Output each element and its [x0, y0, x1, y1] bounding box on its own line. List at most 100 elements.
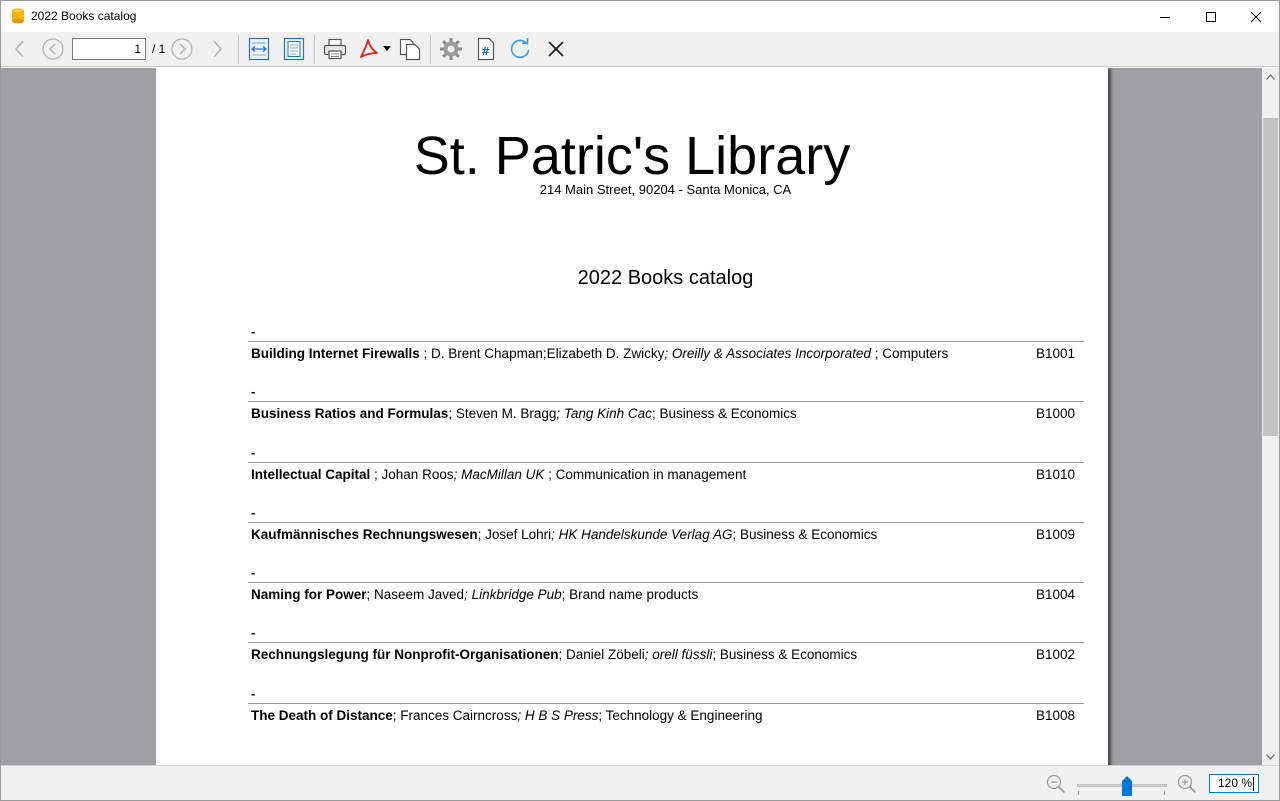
circle-arrow-left-icon — [42, 38, 64, 60]
book-title: Intellectual Capital — [251, 466, 371, 482]
settings-button[interactable] — [438, 36, 464, 62]
fit-page-button[interactable] — [281, 36, 307, 62]
book-title: The Death of Distance — [251, 707, 393, 723]
book-publisher: ; Oreilly & Associates Incorporated — [664, 346, 875, 361]
book-publisher: ; H B S Press — [517, 707, 599, 723]
pdf-export-icon — [360, 39, 391, 58]
refresh-button[interactable] — [507, 36, 533, 62]
zoom-level-value: 120 % — [1217, 776, 1252, 790]
entry-divider — [248, 461, 1084, 463]
vertical-scrollbar[interactable] — [1262, 68, 1279, 765]
book-publisher: ; MacMillan UK — [453, 466, 549, 482]
book-category: ; Computers — [874, 346, 949, 361]
entry-dash: - — [251, 444, 256, 460]
zoom-out-icon — [1046, 774, 1066, 794]
book-title: Naming for Power — [251, 587, 367, 603]
book-title: Business Ratios and Formulas — [251, 406, 449, 422]
window-title: 2022 Books catalog — [31, 9, 137, 23]
fit-width-icon — [248, 37, 270, 61]
last-page-button[interactable] — [204, 36, 230, 62]
library-address: 214 Main Street, 90204 - Santa Monica, C… — [539, 182, 792, 197]
book-entry: - Naming for Power; Naseem Javed; Linkbr… — [248, 565, 1084, 625]
print-button[interactable] — [322, 36, 348, 62]
scroll-up-button[interactable] — [1262, 68, 1279, 85]
book-entry: - Intellectual Capital ; Johan Roos; Mac… — [248, 445, 1084, 505]
page-number-button[interactable]: # — [473, 36, 499, 62]
fit-width-button[interactable] — [246, 36, 272, 62]
first-page-button[interactable] — [7, 36, 33, 62]
book-author: ; Frances Cairncross — [392, 707, 518, 723]
book-author: ; D. Brent Chapman;Elizabeth D. Zwicky — [419, 346, 665, 361]
page-number-icon: # — [477, 37, 495, 61]
book-code: B1009 — [1036, 526, 1076, 542]
document-viewer[interactable]: St. Patric's Library 214 Main Street, 90… — [1, 68, 1262, 765]
book-code: B1008 — [1036, 707, 1076, 723]
book-publisher: ; Tang Kinh Cac — [556, 406, 652, 422]
toolbar: / 1 — [1, 32, 1279, 67]
previous-page-button[interactable] — [40, 36, 66, 62]
zoom-slider-thumb[interactable] — [1122, 776, 1132, 796]
book-category: ; Business & Economics — [651, 406, 797, 422]
chevron-left-icon — [15, 40, 24, 58]
book-category: ; Brand name products — [561, 587, 699, 603]
copy-button[interactable] — [397, 36, 423, 62]
chevron-right-icon — [213, 40, 222, 58]
scroll-thumb[interactable] — [1263, 118, 1278, 436]
title-bar: 2022 Books catalog — [1, 1, 1279, 32]
page-number-input[interactable] — [72, 38, 146, 60]
book-author: ; Naseem Javed — [366, 587, 465, 603]
status-bar: 120 % — [1, 765, 1279, 800]
app-logo-icon — [11, 8, 25, 24]
entry-dash: - — [251, 384, 256, 400]
pdf-export-button[interactable] — [357, 36, 393, 62]
entry-dash: - — [251, 565, 256, 581]
book-entry: - Building Internet Firewalls ; D. Brent… — [248, 324, 1084, 384]
entry-dash: - — [251, 504, 256, 520]
book-category: ; Business & Economics — [732, 526, 878, 542]
close-document-button[interactable] — [543, 36, 569, 62]
entry-dash: - — [251, 625, 256, 641]
book-category: ; Business & Economics — [712, 647, 858, 663]
scroll-down-button[interactable] — [1262, 748, 1279, 765]
refresh-icon — [510, 38, 530, 59]
arrow-up-icon — [1266, 73, 1275, 80]
zoom-level-input[interactable]: 120 % — [1209, 774, 1259, 793]
window-close-icon — [1250, 11, 1262, 22]
book-code: B1001 — [1036, 346, 1076, 361]
book-entry: - The Death of Distance; Frances Cairncr… — [248, 686, 1084, 746]
fit-page-icon — [283, 37, 305, 61]
book-entry: - Kaufmännisches Rechnungswesen; Josef L… — [248, 505, 1084, 565]
book-entry: - Rechnungslegung für Nonprofit-Organisa… — [248, 625, 1084, 685]
arrow-down-icon — [1266, 753, 1275, 760]
book-category: ; Communication in management — [548, 466, 747, 482]
zoom-in-button[interactable] — [1177, 774, 1197, 794]
book-entry: - Business Ratios and Formulas; Steven M… — [248, 384, 1084, 444]
maximize-button[interactable] — [1188, 1, 1234, 32]
book-code: B1002 — [1036, 647, 1076, 663]
book-list: - Building Internet Firewalls ; D. Brent… — [248, 324, 1084, 746]
book-author: ; Josef Lohri — [477, 526, 552, 542]
next-page-button[interactable] — [169, 36, 195, 62]
minimize-icon — [1160, 16, 1170, 18]
book-author: ; Steven M. Bragg — [448, 406, 557, 422]
svg-text:#: # — [481, 45, 490, 58]
book-code: B1004 — [1036, 587, 1076, 603]
entry-dash: - — [251, 324, 256, 339]
catalog-title: 2022 Books catalog — [577, 267, 754, 289]
book-author: ; Daniel Zöbeli — [558, 647, 645, 663]
zoom-out-button[interactable] — [1046, 774, 1066, 794]
entry-divider — [248, 582, 1084, 584]
minimize-button[interactable] — [1142, 1, 1188, 32]
library-name: St. Patric's Library — [413, 126, 851, 186]
book-title: Kaufmännisches Rechnungswesen — [251, 526, 478, 542]
book-category: ; Technology & Engineering — [598, 707, 763, 723]
entry-divider — [248, 521, 1084, 523]
book-publisher: ; HK Handelskunde Verlag AG — [551, 526, 733, 542]
book-title: Building Internet Firewalls — [251, 346, 420, 361]
copy-icon — [399, 38, 421, 61]
window-close-button[interactable] — [1233, 1, 1279, 32]
book-code: B1010 — [1036, 466, 1076, 482]
document-page: St. Patric's Library 214 Main Street, 90… — [156, 68, 1108, 765]
entry-dash: - — [251, 685, 256, 701]
app-window: 2022 Books catalog / 1 — [0, 0, 1280, 801]
